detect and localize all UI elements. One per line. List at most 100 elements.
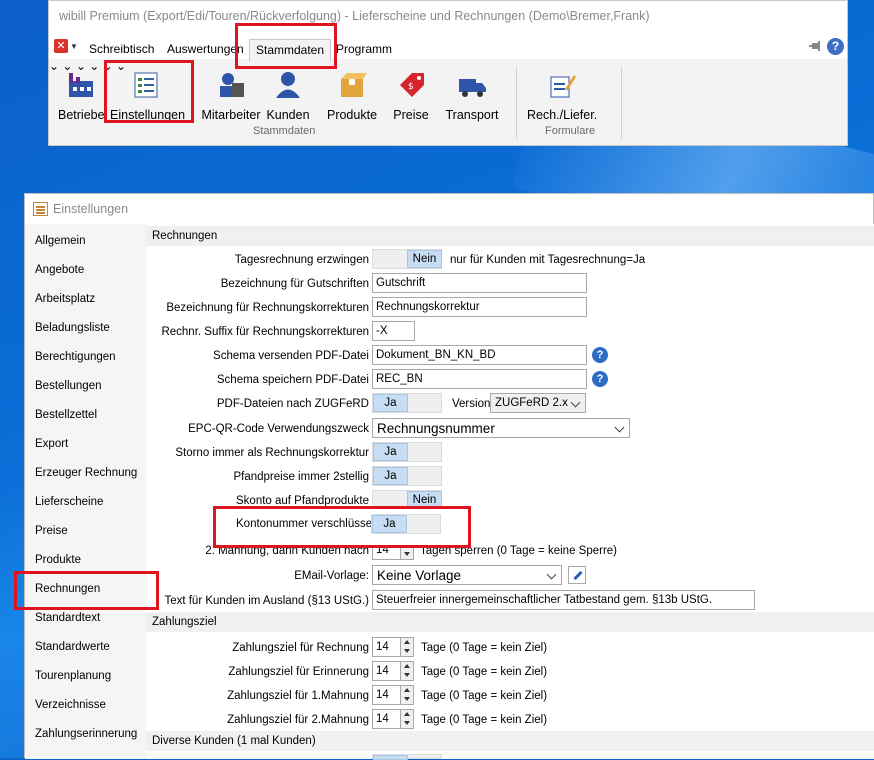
toggle-tagesrechnung[interactable]: Nein — [372, 249, 442, 269]
nav-item[interactable]: Bestellungen — [35, 380, 102, 392]
nav-item[interactable]: Allgemein — [35, 235, 86, 247]
toggle-value: Ja — [373, 394, 408, 412]
select-epc[interactable]: Rechnungsnummer — [372, 418, 630, 438]
toggle-pfandpreise[interactable]: Ja — [372, 466, 442, 486]
ribbon-kunden-button[interactable]: Kunden — [265, 71, 311, 122]
toggle-kontonummer-highlighted[interactable]: Ja — [371, 514, 441, 534]
nav-item[interactable]: Arbeitsplatz — [35, 293, 95, 305]
input-rechnungskorrekturen[interactable]: Rechnungskorrektur — [372, 297, 587, 317]
settings-content: Rechnungen Tagesrechnung erzwingen Nein … — [146, 224, 874, 760]
input-ausland[interactable]: Steuerfreier innergemeinschaftlicher Tat… — [372, 590, 755, 610]
input-schema-versenden[interactable]: Dokument_BN_KN_BD — [372, 345, 587, 365]
stepper-zahlungsziel[interactable]: 14 — [372, 637, 414, 657]
highlight-kontonummer-fill: Kontonummer verschlüsseln Ja — [216, 509, 468, 545]
ribbon-label: Rech./Liefer. — [527, 108, 598, 122]
nav-item[interactable]: Verzeichnisse — [35, 699, 106, 711]
stepper-value: 14 — [376, 665, 389, 677]
tab-auswertungen[interactable]: Auswertungen — [167, 42, 244, 56]
label-epc: EPC-QR-Code Verwendungszweck — [188, 423, 369, 435]
stepper-value: 14 — [376, 641, 389, 653]
help-icon[interactable]: ? — [592, 371, 608, 387]
nav-item[interactable]: Beladungsliste — [35, 322, 110, 334]
chevron-down-icon — [546, 569, 557, 580]
app-menu-button[interactable]: ✕ ▼ — [54, 39, 78, 55]
ribbon-mitarbeiter-button[interactable]: Mitarbeiter — [199, 71, 263, 122]
stepper-arrows-icon[interactable] — [400, 662, 413, 680]
nav-item[interactable]: Erzeuger Rechnung — [35, 467, 137, 479]
note-zahlungsziel: Tage (0 Tage = kein Ziel) — [421, 714, 548, 726]
ribbon-label: Kunden — [266, 108, 310, 122]
label-gutschriften: Bezeichnung für Gutschriften — [220, 278, 369, 290]
nav-item[interactable]: Zahlungserinnerung — [35, 728, 137, 740]
input-gutschriften[interactable]: Gutschrift — [372, 273, 587, 293]
nav-item[interactable]: Standardwerte — [35, 641, 110, 653]
toggle-zugferd[interactable]: Ja — [372, 393, 442, 413]
note-tagesrechnung: nur für Kunden mit Tagesrechnung=Ja — [450, 254, 646, 266]
nav-item[interactable]: Lieferscheine — [35, 496, 103, 508]
ribbon-label: Produkte — [326, 108, 378, 122]
group-label-formulare: Formulare — [545, 125, 596, 137]
note-zahlungsziel: Tage (0 Tage = kein Ziel) — [421, 690, 548, 702]
nav-item-selected[interactable]: Rechnungen — [35, 583, 100, 595]
ribbon-rech-liefer-button[interactable]: Rech./Liefer. — [527, 71, 597, 122]
form-edit-icon — [550, 75, 576, 98]
ribbon-label: Preise — [393, 108, 429, 122]
section-header-rechnungen: Rechnungen — [146, 226, 874, 246]
nav-item[interactable]: Bestellzettel — [35, 409, 97, 421]
label-mahnung: 2. Mahnung, dann Kunden nach — [205, 545, 369, 557]
ribbon-transport-button[interactable]: Transport — [444, 71, 500, 122]
stepper-arrows-icon[interactable] — [400, 638, 413, 656]
label-pfandpreise: Pfandpreise immer 2stellig — [233, 471, 369, 483]
section-header-diverse: Diverse Kunden (1 mal Kunden) — [146, 731, 874, 751]
stepper-zahlungsziel[interactable]: 14 — [372, 661, 414, 681]
help-icon[interactable]: ? — [592, 347, 608, 363]
label-ausland: Text für Kunden im Ausland (§13 UStG.) — [164, 595, 369, 607]
tab-schreibtisch[interactable]: Schreibtisch — [89, 42, 154, 56]
nav-item[interactable]: Tourenplanung — [35, 670, 111, 682]
label-tagesrechnung: Tagesrechnung erzwingen — [234, 254, 369, 266]
group-label-stammdaten: Stammdaten — [253, 125, 316, 137]
nav-item[interactable]: Export — [35, 438, 68, 450]
nav-item[interactable]: Angebote — [35, 264, 84, 276]
ribbon-label: Betriebe — [58, 108, 105, 122]
nav-item[interactable]: Preise — [35, 525, 68, 537]
ribbon-produkte-button[interactable]: Produkte — [326, 71, 378, 122]
toggle-skonto[interactable]: Nein — [372, 490, 442, 510]
label-rechnungskorrekturen: Bezeichnung für Rechnungskorrekturen — [166, 302, 369, 314]
note-zahlungsziel: Tage (0 Tage = kein Ziel) — [421, 666, 548, 678]
settings-window-icon — [33, 202, 48, 216]
label-email-vorlage: EMail-Vorlage: — [294, 570, 369, 582]
stepper-value: 14 — [376, 713, 389, 725]
stepper-arrows-icon[interactable] — [400, 710, 413, 728]
section-header-zahlungsziel: Zahlungsziel — [146, 612, 874, 632]
toggle-diverse[interactable] — [372, 754, 442, 760]
settings-titlebar: Einstellungen — [25, 194, 873, 224]
help-icon[interactable]: ? — [827, 38, 844, 55]
stepper-arrows-icon[interactable] — [400, 686, 413, 704]
tab-stammdaten[interactable]: Stammdaten — [249, 39, 332, 61]
stepper-zahlungsziel[interactable]: 14 — [372, 709, 414, 729]
factory-icon — [69, 73, 93, 97]
ribbon-label: Transport — [445, 108, 499, 122]
customer-icon — [276, 72, 300, 98]
input-suffix[interactable]: -X — [372, 321, 415, 341]
nav-item[interactable]: Berechtigungen — [35, 351, 116, 363]
pin-icon[interactable] — [809, 41, 821, 51]
toggle-storno[interactable]: Ja — [372, 442, 442, 462]
select-zugferd-version[interactable]: ZUGFeRD 2.x — [490, 393, 586, 413]
ribbon-einstellungen-button[interactable]: Einstellungen — [110, 71, 185, 122]
label-zahlungsziel: Zahlungsziel für Erinnerung — [228, 666, 369, 678]
ribbon-preise-button[interactable]: $ Preise — [393, 71, 429, 122]
select-email-vorlage[interactable]: Keine Vorlage — [372, 565, 562, 585]
stepper-zahlungsziel[interactable]: 14 — [372, 685, 414, 705]
tab-programm[interactable]: Programm — [336, 42, 392, 56]
ribbon-betriebe-button[interactable]: Betriebe — [58, 71, 105, 122]
input-schema-speichern[interactable]: REC_BN — [372, 369, 587, 389]
settings-list-icon — [134, 72, 158, 98]
nav-item[interactable]: Produkte — [35, 554, 81, 566]
product-box-icon — [341, 73, 367, 97]
ribbon: Betriebe Einstellungen ⌄ Mitarbeiter Kun… — [49, 59, 847, 147]
edit-icon[interactable] — [568, 566, 586, 584]
chevron-down-icon: ▼ — [70, 42, 78, 51]
nav-item[interactable]: Standardtext — [35, 612, 100, 624]
